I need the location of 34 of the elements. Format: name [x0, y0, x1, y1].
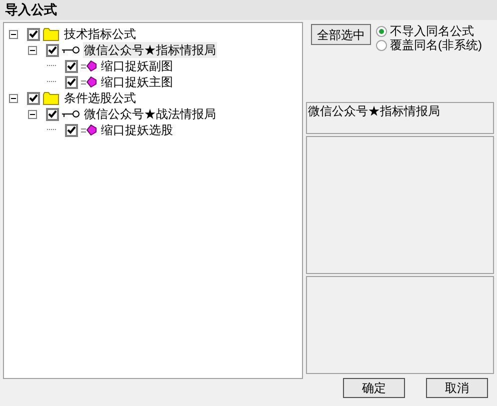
- tree-item[interactable]: 条件选股公式: [63, 90, 137, 106]
- checkbox[interactable]: [65, 124, 78, 136]
- dialog-button[interactable]: 确定: [343, 378, 405, 398]
- gem-icon: [81, 76, 97, 88]
- checkbox[interactable]: [46, 108, 59, 120]
- folder-icon: [43, 92, 59, 104]
- tree-item[interactable]: 技术指标公式: [63, 26, 137, 42]
- formula-name-box: 微信公众号★指标情报局: [306, 102, 494, 134]
- checkbox[interactable]: [65, 60, 78, 72]
- key-icon: [62, 46, 80, 54]
- gem-icon: [81, 124, 97, 136]
- collapse-toggle[interactable]: [28, 110, 37, 118]
- key-icon: [62, 110, 80, 118]
- radio-option[interactable]: 覆盖同名(非系统): [376, 38, 482, 52]
- tree-item[interactable]: 缩口捉妖副图: [100, 58, 174, 74]
- collapse-toggle[interactable]: [9, 94, 18, 102]
- checkbox[interactable]: [46, 44, 59, 56]
- collapse-toggle[interactable]: [28, 46, 37, 54]
- select-all-button[interactable]: 全部选中: [311, 24, 371, 45]
- checkbox[interactable]: [65, 76, 78, 88]
- folder-icon: [43, 28, 59, 40]
- radio-option[interactable]: 不导入同名公式: [376, 24, 482, 38]
- dialog-button[interactable]: 取消: [426, 378, 488, 398]
- tree-item[interactable]: 微信公众号★战法情报局: [83, 106, 217, 122]
- tree-item[interactable]: 缩口捉妖主图: [100, 74, 174, 90]
- checkbox[interactable]: [27, 28, 40, 40]
- gem-icon: [81, 60, 97, 72]
- collapse-toggle[interactable]: [9, 30, 18, 38]
- tree-item[interactable]: 缩口捉妖选股: [100, 122, 174, 138]
- radio-button[interactable]: [376, 26, 387, 36]
- radio-button[interactable]: [376, 40, 387, 50]
- window-title: 导入公式: [0, 0, 497, 20]
- tree-item[interactable]: 微信公众号★指标情报局: [83, 42, 217, 58]
- checkbox[interactable]: [27, 92, 40, 104]
